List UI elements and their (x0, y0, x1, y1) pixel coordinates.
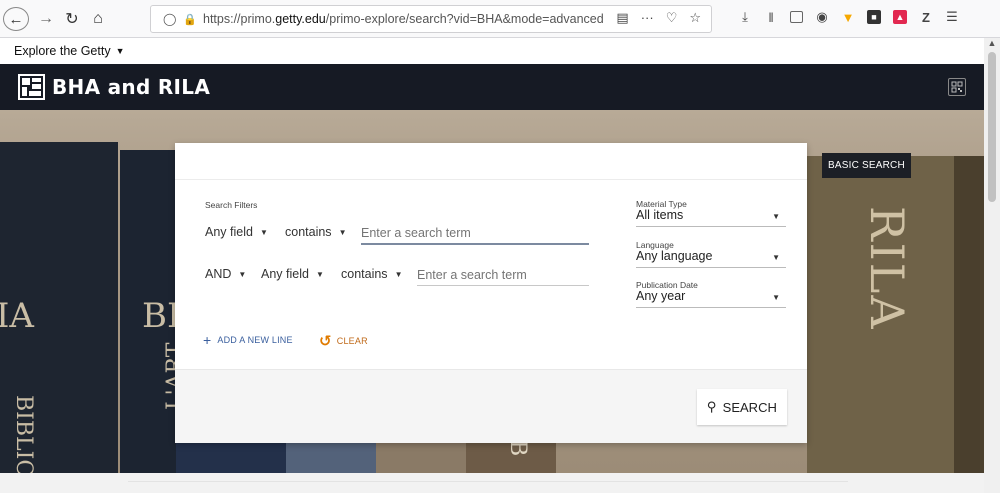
zotero-icon[interactable]: Z (919, 9, 933, 25)
extension-orange-icon[interactable]: ▼ (841, 9, 855, 25)
clear-button[interactable]: ↺ CLEAR (319, 332, 368, 350)
app-header: BHA and RILA (0, 64, 984, 110)
search-button[interactable]: ⚲ SEARCH (697, 389, 787, 425)
qr-code-icon[interactable] (948, 78, 966, 96)
divider (128, 481, 848, 487)
chevron-down-icon[interactable]: ▼ (116, 46, 125, 56)
add-new-line-label[interactable]: ADD A NEW LINE (217, 335, 292, 345)
clear-label[interactable]: CLEAR (337, 336, 368, 346)
dropdown-caret-icon[interactable]: ▼ (395, 270, 403, 279)
row1-input-underline (361, 243, 589, 245)
row2-operator-select[interactable]: contains ▼ (341, 265, 402, 283)
pocket-icon[interactable]: ♡ (666, 10, 678, 26)
url-text[interactable]: https://primo.getty.edu/primo-explore/se… (203, 12, 604, 26)
reload-icon[interactable]: ↻ (62, 7, 82, 31)
scrollbar-thumb[interactable] (988, 52, 996, 202)
spine-text: IA (0, 296, 34, 336)
reader-view-icon[interactable]: ▤ (616, 10, 628, 26)
spine-text: BIBLIOG (11, 395, 36, 473)
browser-toolbar: ← → ↻ ⌂ ◯ 🔒 https://primo.getty.edu/prim… (0, 0, 1000, 38)
material-type-value[interactable]: All items (636, 208, 683, 222)
extension-red-icon[interactable]: ▲ (893, 10, 907, 24)
basic-search-button[interactable]: BASIC SEARCH (822, 153, 911, 178)
search-label[interactable]: SEARCH (723, 400, 777, 415)
download-icon[interactable]: ⤓ (738, 9, 752, 25)
dropdown-caret-icon[interactable]: ▼ (316, 270, 324, 279)
extension-dark-icon[interactable]: ■ (867, 10, 881, 24)
dropdown-caret-icon[interactable]: ▼ (339, 228, 347, 237)
add-new-line-button[interactable]: + ADD A NEW LINE (203, 332, 293, 348)
address-bar[interactable]: ◯ 🔒 https://primo.getty.edu/primo-explor… (150, 5, 712, 33)
row1-field-value[interactable]: Any field (205, 225, 253, 239)
row2-operator-value[interactable]: contains (341, 267, 388, 281)
forward-arrow-icon[interactable]: → (36, 7, 56, 31)
lock-icon[interactable]: 🔒 (183, 13, 197, 26)
row2-boolean-select[interactable]: AND ▼ (205, 265, 246, 283)
row2-input-underline (417, 285, 589, 286)
explore-menu[interactable]: Explore the Getty ▼ (0, 38, 984, 64)
bookmark-star-icon[interactable]: ☆ (689, 10, 701, 26)
advanced-search-panel: Search Filters Any field ▼ contains ▼ AN… (175, 143, 807, 443)
menu-icon[interactable]: ☰ (945, 9, 959, 25)
undo-icon[interactable]: ↺ (319, 332, 332, 350)
page-actions-icon[interactable]: ··· (641, 10, 654, 26)
row2-search-input[interactable] (417, 266, 589, 284)
explore-label[interactable]: Explore the Getty (14, 44, 111, 58)
search-icon[interactable]: ⚲ (707, 399, 717, 415)
row1-search-input[interactable] (361, 224, 589, 242)
library-icon[interactable]: ‖ (764, 9, 778, 25)
back-arrow-icon[interactable]: ← (3, 7, 29, 31)
spine-text: RILA (860, 206, 914, 331)
row2-boolean-value[interactable]: AND (205, 267, 231, 281)
publication-date-select[interactable]: Any year ▼ (636, 289, 786, 308)
dropdown-caret-icon[interactable]: ▼ (238, 270, 246, 279)
search-filters-label: Search Filters (205, 200, 258, 210)
row1-operator-select[interactable]: contains ▼ (285, 223, 346, 241)
row2-field-value[interactable]: Any field (261, 267, 309, 281)
logo-icon[interactable] (18, 74, 45, 100)
divider (175, 179, 807, 180)
language-value[interactable]: Any language (636, 249, 712, 263)
sidebar-icon[interactable] (790, 11, 803, 23)
row1-field-select[interactable]: Any field ▼ (205, 223, 268, 241)
book-spine (954, 156, 984, 473)
dropdown-caret-icon[interactable]: ▼ (772, 212, 780, 221)
scroll-up-arrow-icon[interactable]: ▲ (984, 38, 1000, 52)
row1-operator-value[interactable]: contains (285, 225, 332, 239)
page-title: BHA and RILA (52, 75, 211, 99)
language-select[interactable]: Any language ▼ (636, 249, 786, 268)
publication-date-value[interactable]: Any year (636, 289, 685, 303)
dropdown-caret-icon[interactable]: ▼ (772, 293, 780, 302)
material-type-select[interactable]: All items ▼ (636, 208, 786, 227)
shield-icon[interactable]: ◯ (163, 12, 177, 26)
dropdown-caret-icon[interactable]: ▼ (260, 228, 268, 237)
home-icon[interactable]: ⌂ (88, 7, 108, 31)
row2-field-select[interactable]: Any field ▼ (261, 265, 324, 283)
plus-icon[interactable]: + (203, 332, 211, 348)
dropdown-caret-icon[interactable]: ▼ (772, 253, 780, 262)
account-icon[interactable]: ◉ (815, 9, 829, 25)
